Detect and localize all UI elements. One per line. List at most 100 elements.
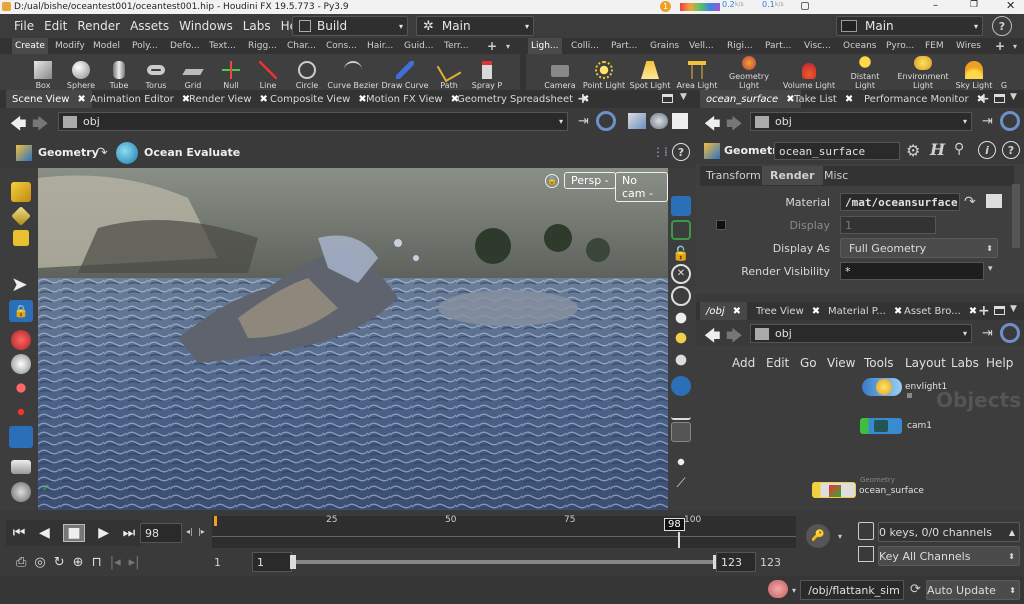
play-reverse-icon[interactable]: ◀ [39, 525, 50, 541]
display-as-select[interactable]: Full Geometry ⬍ [840, 238, 998, 258]
jump-arrow-icon[interactable]: ↷ [96, 145, 108, 161]
network-editor[interactable]: Add Edit Go View Tools Layout Labs Help … [696, 346, 1024, 510]
viewport-lock-icon[interactable]: 🔒 [545, 174, 559, 188]
play-icon[interactable]: ▶ [98, 525, 109, 541]
net-menu-view[interactable]: View [827, 356, 855, 370]
shelf-tab-lights[interactable]: Ligh... [528, 38, 562, 54]
link-pane-icon[interactable] [1000, 323, 1020, 343]
step-back-key-icon[interactable]: |◂ [110, 555, 121, 570]
scene-viewport[interactable]: 🔒 Persp - No cam - ↗ [38, 168, 668, 510]
tool-spray-paint[interactable]: Spray P [470, 54, 504, 90]
update-mode-select[interactable]: Auto Update ⬍ [926, 580, 1020, 600]
tool-environment-light[interactable]: Environment Light [897, 54, 949, 90]
lighting-icon[interactable] [671, 350, 691, 370]
tab-take-list[interactable]: Take List ✖ [788, 90, 859, 108]
timeline-ruler[interactable]: 25 50 75 100 98 [212, 515, 796, 548]
camera-select-menu[interactable]: No cam - [615, 172, 668, 202]
display-grid-icon[interactable] [671, 196, 691, 216]
viewer-options-icon[interactable]: ⋮⁞ [652, 145, 668, 159]
param-path-field[interactable]: obj ▾ [750, 112, 972, 131]
pin-icon[interactable]: ⇥ [578, 114, 589, 129]
menu-assets[interactable]: Assets [130, 19, 169, 33]
material-field[interactable]: /mat/oceansurface [840, 193, 960, 211]
forward-arrow-icon[interactable]: 🡆 [726, 113, 743, 140]
net-menu-edit[interactable]: Edit [766, 356, 789, 370]
lock-tool-icon[interactable]: 🔒 [9, 300, 33, 322]
jump-start-icon[interactable]: ⏮ [13, 525, 26, 541]
shelf-tab-defo[interactable]: Defo... [167, 38, 203, 54]
no-render-icon[interactable]: ✕ [671, 264, 691, 284]
close-icon[interactable]: ✖ [845, 94, 853, 105]
range-end-field[interactable]: 123 [716, 552, 756, 572]
scale-tool-icon[interactable] [11, 378, 31, 398]
keyframe-icon[interactable] [858, 522, 874, 540]
ghost-geometry-icon[interactable] [671, 220, 691, 240]
menu-render[interactable]: Render [77, 19, 120, 33]
right-desktop-select[interactable]: Main ▾ [836, 16, 983, 36]
jump-to-material-icon[interactable]: ↷ [964, 194, 976, 210]
key-icon[interactable]: 🔑 [806, 524, 830, 548]
tool-g-truncated[interactable]: G [998, 54, 1010, 90]
step-forward-key-icon[interactable]: ▸| [129, 555, 140, 570]
node-name-field[interactable]: ocean_surface [774, 142, 900, 160]
shelf-menu-chevron-right-icon[interactable]: ▾ [1010, 38, 1020, 54]
add-tab-icon[interactable]: + [972, 90, 996, 108]
shelf-tab-model[interactable]: Model [90, 38, 123, 54]
material-chooser-icon[interactable] [986, 194, 1002, 208]
minimize-button[interactable]: – [933, 0, 938, 11]
shelf-tab-wires[interactable]: Wires [953, 38, 984, 54]
shadow-icon[interactable] [671, 400, 691, 420]
current-frame-field[interactable]: 98 [140, 523, 182, 543]
shelf-menu-chevron-icon[interactable]: ▾ [503, 38, 513, 54]
maximize-button[interactable]: ❐ [970, 0, 978, 10]
chevron-down-icon[interactable]: ▾ [988, 264, 993, 274]
tab-animation-editor[interactable]: Animation Editor ✖ [84, 90, 196, 108]
tab-motion-fx-view[interactable]: Motion FX View ✖ [360, 90, 465, 108]
tab-tree-view[interactable]: Tree View ✖ [750, 302, 826, 320]
tool-sphere[interactable]: Sphere [66, 54, 96, 90]
shelf-tab-char[interactable]: Char... [284, 38, 319, 54]
range-slider-left-handle[interactable] [290, 555, 296, 569]
add-tab-icon[interactable]: + [972, 302, 996, 320]
move-tool-icon[interactable] [11, 330, 31, 350]
envlight-node[interactable] [862, 378, 902, 396]
maximize-pane-icon[interactable] [994, 306, 1005, 315]
tool-path[interactable]: Path [436, 54, 462, 90]
select-tool-icon[interactable] [11, 182, 31, 202]
camera-persp-menu[interactable]: Persp - [564, 172, 616, 189]
camera-view-icon[interactable] [671, 422, 691, 442]
shelf-tab-grains[interactable]: Grains [647, 38, 682, 54]
shelf-tab-part[interactable]: Part... [608, 38, 640, 54]
playhead[interactable] [678, 532, 680, 548]
rotate-tool-icon[interactable] [11, 354, 31, 374]
help-icon[interactable]: ? [1002, 141, 1020, 159]
arrow-cursor-icon[interactable]: ➤ [11, 274, 31, 294]
audio-icon[interactable]: ◎ [34, 555, 45, 570]
desktop-select[interactable]: Build ▾ [292, 16, 408, 36]
shelf-tab-create[interactable]: Create [12, 38, 48, 54]
shelf-tab-vell[interactable]: Vell... [686, 38, 717, 54]
maximize-pane-icon[interactable] [662, 94, 673, 103]
stop-icon[interactable]: ■ [63, 524, 85, 542]
snap-icon[interactable] [671, 286, 691, 306]
point-icon[interactable] [671, 452, 691, 472]
subtab-misc[interactable]: Misc [824, 169, 848, 182]
tab-ocean-surface[interactable]: ocean_surface ✖ [700, 90, 801, 108]
scene-path-field[interactable]: obj ▾ [58, 112, 568, 131]
shelf-tab-fem[interactable]: FEM [922, 38, 947, 54]
brain-icon[interactable] [768, 580, 788, 598]
view-tool-icon[interactable] [11, 482, 31, 502]
shelf-tab-colli[interactable]: Colli... [568, 38, 602, 54]
add-shelf-tab-icon[interactable]: + [484, 38, 500, 54]
shelf-tab-terr[interactable]: Terr... [441, 38, 472, 54]
net-menu-help[interactable]: Help [986, 356, 1013, 370]
menu-labs[interactable]: Labs [243, 19, 271, 33]
lock-camera-icon[interactable]: 🔓 [671, 244, 691, 264]
display-checkbox[interactable] [716, 220, 726, 230]
shelf-tab-part2[interactable]: Part... [762, 38, 794, 54]
shelf-tab-text[interactable]: Text... [206, 38, 239, 54]
menu-edit[interactable]: Edit [44, 19, 67, 33]
forward-arrow-icon[interactable]: 🡆 [32, 113, 49, 140]
jump-end-icon[interactable]: ⏭ [123, 525, 136, 541]
shelf-tab-poly[interactable]: Poly... [129, 38, 161, 54]
